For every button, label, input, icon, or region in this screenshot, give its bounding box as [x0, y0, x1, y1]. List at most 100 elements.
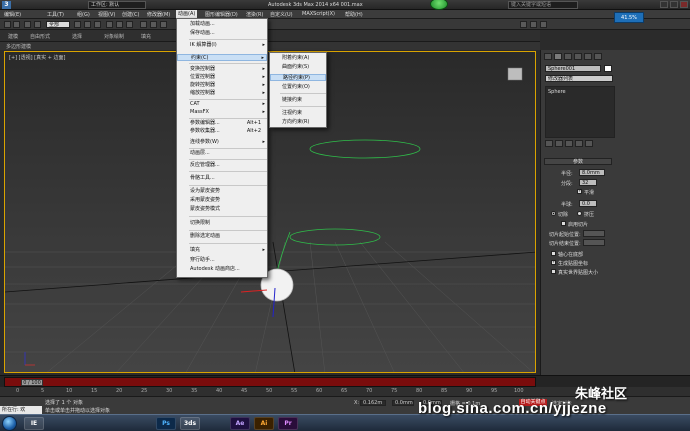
menu-item-parameter-collector[interactable]: 参数收集器... Alt+2	[177, 128, 267, 135]
time-slider-track[interactable]: 0 / 100	[4, 377, 536, 387]
menu-item-walkthrough-assistant[interactable]: 穿行助手...	[177, 257, 267, 264]
region-select-icon[interactable]	[94, 21, 101, 28]
select-by-name-icon[interactable]	[84, 21, 91, 28]
taskbar-3dsmax-icon[interactable]: 3ds	[180, 417, 200, 430]
time-slider[interactable]: 0 / 100	[21, 379, 43, 386]
generate-mapping-checkbox[interactable]	[551, 259, 556, 265]
render-frame-icon[interactable]	[530, 21, 537, 28]
submenu-item-lookat[interactable]: 注视约束	[270, 110, 326, 117]
show-end-result-icon[interactable]	[555, 140, 563, 147]
menu-item-massfx[interactable]: MassFX ▸	[177, 109, 267, 116]
rotate-icon[interactable]	[116, 21, 123, 28]
menu-item-position-controllers[interactable]: 位置控制器 ▸	[177, 74, 267, 81]
hierarchy-tab-icon[interactable]	[564, 53, 572, 60]
maximize-button[interactable]	[670, 1, 678, 8]
submenu-item-surface[interactable]: 曲面约束(S)	[270, 64, 326, 71]
maxscript-listener-mini[interactable]: 所在行: 欢	[0, 406, 42, 414]
menu-create[interactable]: 创建(C)	[122, 11, 139, 18]
menu-rendering[interactable]: 渲染(R)	[246, 11, 263, 18]
pin-stack-icon[interactable]	[545, 140, 553, 147]
move-icon[interactable]	[106, 21, 113, 28]
stack-item-sphere[interactable]: Sphere	[548, 89, 566, 95]
menu-item-scale-controllers[interactable]: 缩放控制器 ▸	[177, 90, 267, 97]
y-coordinate-field[interactable]: 0.0mm	[392, 400, 414, 406]
menu-item-bone-tools[interactable]: 骨骼工具...	[177, 175, 267, 182]
display-tab-icon[interactable]	[584, 53, 592, 60]
menu-item-parameter-editor[interactable]: 参数编辑器... Alt+1	[177, 120, 267, 127]
menu-item-save-animation[interactable]: 保存动画...	[177, 30, 267, 37]
menu-tools[interactable]: 工具(T)	[47, 11, 64, 18]
menu-item-skin-pose-mode[interactable]: 蒙皮姿势模式	[177, 206, 267, 213]
menu-item-assume-skin-pose[interactable]: 采用蒙皮姿势	[177, 197, 267, 204]
link-icon[interactable]	[24, 21, 31, 28]
menu-group[interactable]: 组(G)	[77, 11, 90, 18]
undo-icon[interactable]	[4, 21, 11, 28]
menu-item-delete-selected-animation[interactable]: 删除选定动画	[177, 233, 267, 240]
menu-help[interactable]: 帮助(H)	[345, 11, 363, 18]
close-button[interactable]	[680, 1, 688, 8]
motion-tab-icon[interactable]	[574, 53, 582, 60]
submenu-item-attachment[interactable]: 附着约束(A)	[270, 55, 326, 62]
x-coordinate-field[interactable]: 0.162m	[360, 400, 386, 406]
start-button-icon[interactable]	[2, 416, 17, 431]
menu-item-set-skin-pose[interactable]: 设为蒙皮姿势	[177, 188, 267, 195]
selection-filter-dropdown[interactable]: 全部	[46, 21, 70, 28]
menu-animation[interactable]: 动画(A)	[176, 10, 198, 18]
ribbon-tab-selection[interactable]: 选择	[72, 33, 82, 40]
taskbar-ie-icon[interactable]: IE	[24, 417, 44, 430]
menu-views[interactable]: 视图(V)	[98, 11, 115, 18]
submenu-item-path[interactable]: 路径约束(P)	[270, 74, 326, 81]
render-setup-icon[interactable]	[520, 21, 527, 28]
select-icon[interactable]	[74, 21, 81, 28]
scale-icon[interactable]	[126, 21, 133, 28]
menu-maxscript[interactable]: MAXScript(X)	[302, 11, 335, 17]
angle-snap-icon[interactable]	[150, 21, 157, 28]
taskbar-photoshop-icon[interactable]: Ps	[156, 417, 176, 430]
configure-sets-icon[interactable]	[585, 140, 593, 147]
workspace-dropdown[interactable]: 工作区: 默认	[88, 1, 146, 9]
app-logo-icon[interactable]: 3	[2, 1, 11, 9]
menu-item-load-animation[interactable]: 加载动画...	[177, 21, 267, 28]
utilities-tab-icon[interactable]	[594, 53, 602, 60]
menu-item-reaction-manager[interactable]: 反应管理器...	[177, 162, 267, 169]
real-world-map-checkbox[interactable]	[551, 269, 556, 274]
menu-item-ik-solvers[interactable]: IK 解算器(I) ▸	[177, 42, 267, 49]
render-icon[interactable]	[540, 21, 547, 28]
menu-modifiers[interactable]: 修改器(M)	[147, 11, 170, 18]
menu-item-rotation-controllers[interactable]: 旋转控制器 ▸	[177, 82, 267, 89]
squash-radio[interactable]	[577, 211, 582, 216]
object-name-field[interactable]: Sphere001	[545, 65, 601, 72]
help-search-input[interactable]: 键入关键字或短语	[508, 1, 578, 9]
taskbar-aftereffects-icon[interactable]: Ae	[230, 417, 250, 430]
taskbar-illustrator-icon[interactable]: Ai	[254, 417, 274, 430]
base-to-pivot-checkbox[interactable]	[551, 251, 556, 256]
segments-field[interactable]: 32	[579, 179, 597, 186]
menu-item-constraints[interactable]: 约束(C) ▸	[177, 54, 267, 61]
slice-from-field[interactable]	[583, 230, 605, 237]
parameters-rollout-header[interactable]: 参数	[544, 158, 612, 165]
unlink-icon[interactable]	[34, 21, 41, 28]
percent-snap-icon[interactable]	[160, 21, 167, 28]
menu-edit[interactable]: 编辑(E)	[4, 11, 21, 18]
minimize-button[interactable]	[660, 1, 668, 8]
smooth-checkbox[interactable]	[577, 188, 582, 194]
ribbon-tab-modeling[interactable]: 建模	[8, 33, 18, 40]
radius-field[interactable]: 8.0mm	[579, 169, 605, 176]
remove-modifier-icon[interactable]	[575, 140, 583, 147]
menu-item-cat[interactable]: CAT ▸	[177, 101, 267, 108]
ribbon-tab-object-paint[interactable]: 对象绘制	[104, 33, 124, 40]
object-color-swatch[interactable]	[604, 65, 612, 72]
menu-item-wire-parameters[interactable]: 连线参数(W) ▸	[177, 139, 267, 146]
modifier-stack[interactable]: Sphere	[545, 86, 615, 138]
slice-to-field[interactable]	[583, 239, 605, 246]
menu-item-toggle-limits[interactable]: 切换限制	[177, 220, 267, 227]
viewcube-icon[interactable]	[507, 67, 523, 81]
make-unique-icon[interactable]	[565, 140, 573, 147]
taskbar-premiere-icon[interactable]: Pr	[278, 417, 298, 430]
chop-radio[interactable]	[551, 211, 556, 216]
menu-customize[interactable]: 自定义(U)	[270, 11, 293, 18]
modifier-list-dropdown[interactable]: 修改器列表	[545, 75, 613, 82]
menu-item-transform-controllers[interactable]: 变换控制器 ▸	[177, 66, 267, 73]
create-tab-icon[interactable]	[544, 53, 552, 60]
path-spline-top[interactable]	[309, 139, 421, 159]
